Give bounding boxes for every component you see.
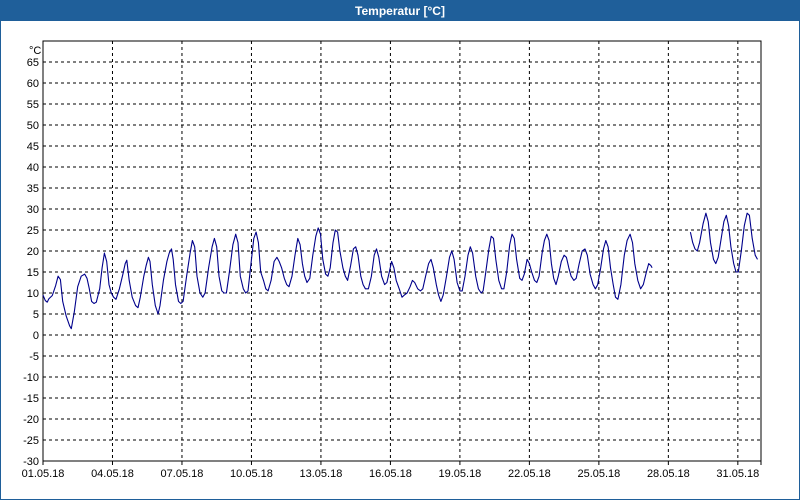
chart-title: Temperatur [°C] (1, 1, 799, 21)
y-tick-label: 15 (27, 267, 39, 279)
x-tick-label: 07.05.18 (161, 468, 204, 480)
y-tick-label: 50 (27, 120, 39, 132)
y-tick-label: 10 (27, 288, 39, 300)
x-tick-label: 25.05.18 (577, 468, 620, 480)
y-tick-label: 25 (27, 225, 39, 237)
y-axis-unit: °C (29, 45, 41, 57)
x-tick-label: 19.05.18 (438, 468, 481, 480)
temperature-chart: 65605550454035302520151050-5-10-15-20-25… (22, 40, 762, 480)
x-tick-label: 01.05.18 (22, 468, 65, 480)
y-tick-label: -20 (23, 414, 39, 426)
y-tick-label: 5 (33, 309, 39, 321)
x-axis-ticks: 01.05.18 04.05.18 07.05.18 10.05.18 13.05.18… (22, 461, 762, 480)
plot-area (42, 40, 762, 462)
y-tick-label: 0 (33, 330, 39, 342)
y-tick-label: -5 (29, 351, 39, 363)
x-tick-label: 31.05.18 (716, 468, 759, 480)
x-tick-label: 04.05.18 (91, 468, 134, 480)
x-tick-label: 28.05.18 (647, 468, 690, 480)
x-tick-label: 22.05.18 (508, 468, 551, 480)
y-tick-label: -30 (23, 456, 39, 468)
y-tick-label: -25 (23, 435, 39, 447)
y-axis-ticks: 65605550454035302520151050-5-10-15-20-25… (23, 57, 39, 468)
y-tick-label: 65 (27, 57, 39, 69)
chart-window: Temperatur [°C] 65 60 55 50 45 40 35 30 25 20 15 10… (0, 0, 800, 500)
y-tick-label: 60 (27, 78, 39, 90)
y-tick-label: -15 (23, 393, 39, 405)
x-tick-label: 16.05.18 (369, 468, 412, 480)
y-tick-label: -10 (23, 372, 39, 384)
x-tick-label: 13.05.18 (300, 468, 343, 480)
y-tick-label: 40 (27, 162, 39, 174)
y-tick-label: 20 (27, 246, 39, 258)
x-tick-label: 10.05.18 (230, 468, 273, 480)
y-tick-label: 45 (27, 141, 39, 153)
y-tick-label: 30 (27, 204, 39, 216)
y-tick-label: 55 (27, 99, 39, 111)
y-tick-label: 35 (27, 183, 39, 195)
